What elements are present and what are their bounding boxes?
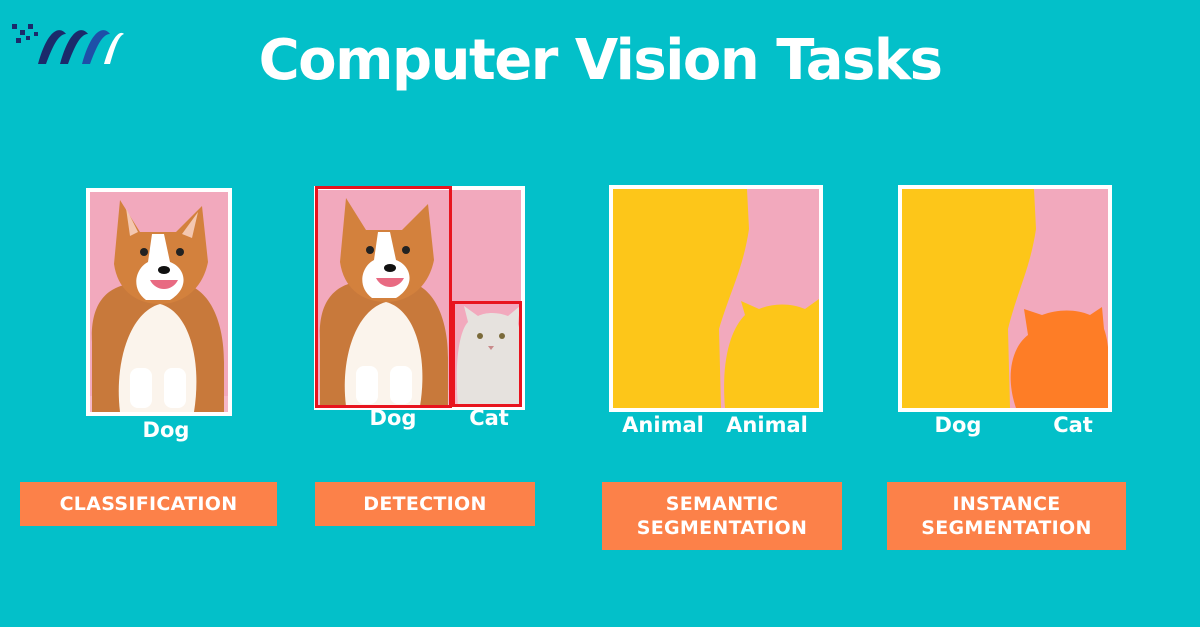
classification-image	[86, 188, 232, 416]
instance-label-dog: Dog	[934, 413, 982, 437]
semantic-label-animal-2: Animal	[726, 413, 808, 437]
semantic-segmentation-image	[609, 185, 823, 412]
detection-badge: DETECTION	[315, 482, 535, 526]
cat-bounding-box	[452, 301, 522, 407]
page-title: Computer Vision Tasks	[258, 28, 943, 93]
dog-bounding-box	[315, 186, 452, 408]
detection-label-cat: Cat	[469, 406, 509, 430]
instance-mask	[902, 189, 1108, 408]
corgi-photo	[90, 192, 228, 412]
semantic-label-animal-1: Animal	[622, 413, 704, 437]
instance-segmentation-image	[898, 185, 1112, 412]
instance-label-cat: Cat	[1053, 413, 1093, 437]
detection-label-dog: Dog	[369, 406, 417, 430]
classification-badge: CLASSIFICATION	[20, 482, 277, 526]
semantic-segmentation-badge: SEMANTIC SEGMENTATION	[602, 482, 842, 550]
classification-label-dog: Dog	[142, 418, 190, 442]
instance-segmentation-badge: INSTANCE SEGMENTATION	[887, 482, 1126, 550]
semantic-mask	[613, 189, 819, 408]
